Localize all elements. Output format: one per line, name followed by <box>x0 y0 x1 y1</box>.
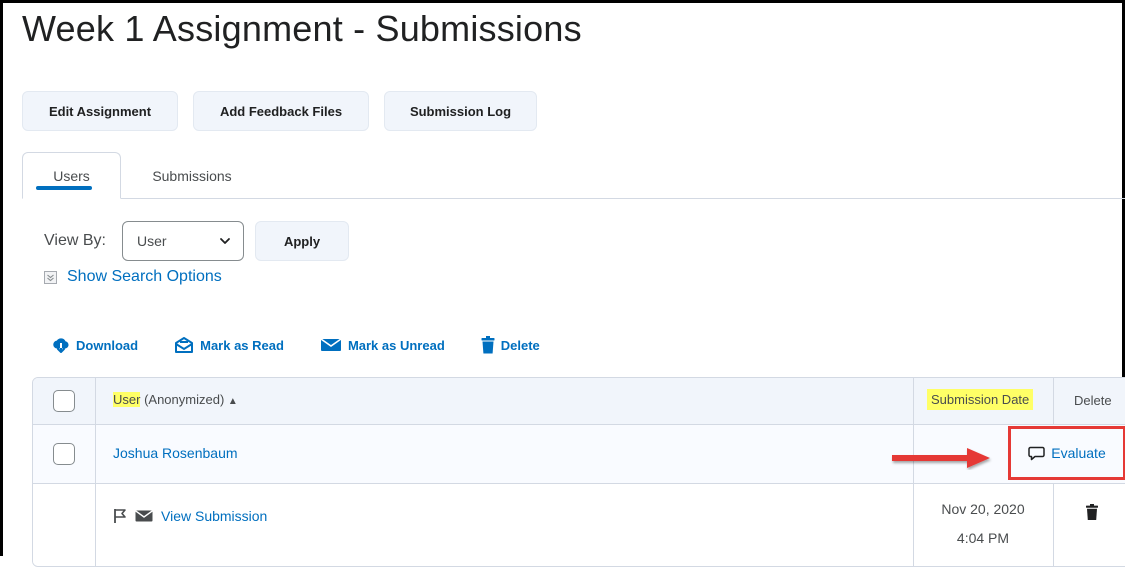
download-action[interactable]: Download <box>52 336 138 354</box>
sort-ascending-icon: ▲ <box>227 396 238 407</box>
evaluate-label: Evaluate <box>1051 445 1106 461</box>
add-feedback-files-button[interactable]: Add Feedback Files <box>193 91 369 131</box>
mark-read-icon <box>175 337 194 353</box>
show-search-options[interactable]: Show Search Options <box>44 268 222 286</box>
expand-icon <box>44 270 57 284</box>
tab-users-label: Users <box>53 167 90 184</box>
submission-date-header[interactable]: Submission Date <box>927 389 1034 410</box>
submission-link-group: View Submission <box>113 508 267 524</box>
trash-icon <box>481 336 495 354</box>
trash-icon[interactable] <box>1086 504 1098 520</box>
user-header-suffix: (Anonymized) <box>144 392 225 407</box>
view-submission-link[interactable]: View Submission <box>161 508 267 524</box>
submission-row: View Submission Nov 20, 2020 4:04 PM <box>33 484 1125 566</box>
view-by-label: View By: <box>44 232 106 249</box>
mark-as-unread-action[interactable]: Mark as Unread <box>320 337 445 353</box>
mark-as-read-label: Mark as Read <box>200 337 284 353</box>
tab-users[interactable]: Users <box>22 152 121 199</box>
row-checkbox[interactable] <box>53 443 75 465</box>
view-by-selected: User <box>137 233 167 249</box>
bulk-actions: Download Mark as Read Mark as Unread Del… <box>52 336 576 354</box>
select-all-checkbox[interactable] <box>53 390 75 412</box>
tab-submissions-label: Submissions <box>152 167 232 184</box>
tab-submissions[interactable]: Submissions <box>130 152 254 199</box>
flag-icon[interactable] <box>113 508 127 524</box>
frame-border-left <box>0 0 3 556</box>
column-divider <box>913 378 914 566</box>
frame-border-top <box>0 0 1125 3</box>
page-title: Week 1 Assignment - Submissions <box>22 8 582 49</box>
delete-label: Delete <box>500 337 540 353</box>
evaluate-link[interactable]: Evaluate <box>1008 426 1125 480</box>
envelope-icon <box>135 510 153 522</box>
delete-column-header: Delete <box>1074 393 1112 408</box>
submission-log-button[interactable]: Submission Log <box>384 91 537 131</box>
show-search-options-label: Show Search Options <box>67 268 222 285</box>
tab-active-indicator <box>36 186 92 190</box>
mark-as-read-action[interactable]: Mark as Read <box>174 336 284 354</box>
submissions-table: User (Anonymized) ▲ Submission Date Dele… <box>32 377 1125 567</box>
red-arrow-annotation <box>892 448 990 468</box>
mark-unread-icon <box>320 338 342 351</box>
download-icon <box>53 338 69 353</box>
column-divider <box>1053 484 1054 566</box>
edit-assignment-button[interactable]: Edit Assignment <box>22 91 178 131</box>
user-name-link[interactable]: Joshua Rosenbaum <box>113 445 238 461</box>
column-divider <box>1053 378 1054 425</box>
user-column-header[interactable]: User (Anonymized) ▲ <box>113 392 238 407</box>
submission-time: 4:04 PM <box>956 530 1010 546</box>
table-header-row: User (Anonymized) ▲ Submission Date Dele… <box>33 378 1125 425</box>
delete-action[interactable]: Delete <box>481 336 540 354</box>
comment-icon <box>1028 446 1045 460</box>
user-header-label: User <box>113 392 141 407</box>
download-label: Download <box>76 337 139 353</box>
column-divider <box>95 378 96 566</box>
apply-button[interactable]: Apply <box>255 221 349 261</box>
mark-as-unread-label: Mark as Unread <box>347 337 445 353</box>
view-by-select[interactable]: User <box>122 221 244 261</box>
chevron-down-icon <box>220 238 230 244</box>
submission-date: Nov 20, 2020 <box>941 501 1025 517</box>
